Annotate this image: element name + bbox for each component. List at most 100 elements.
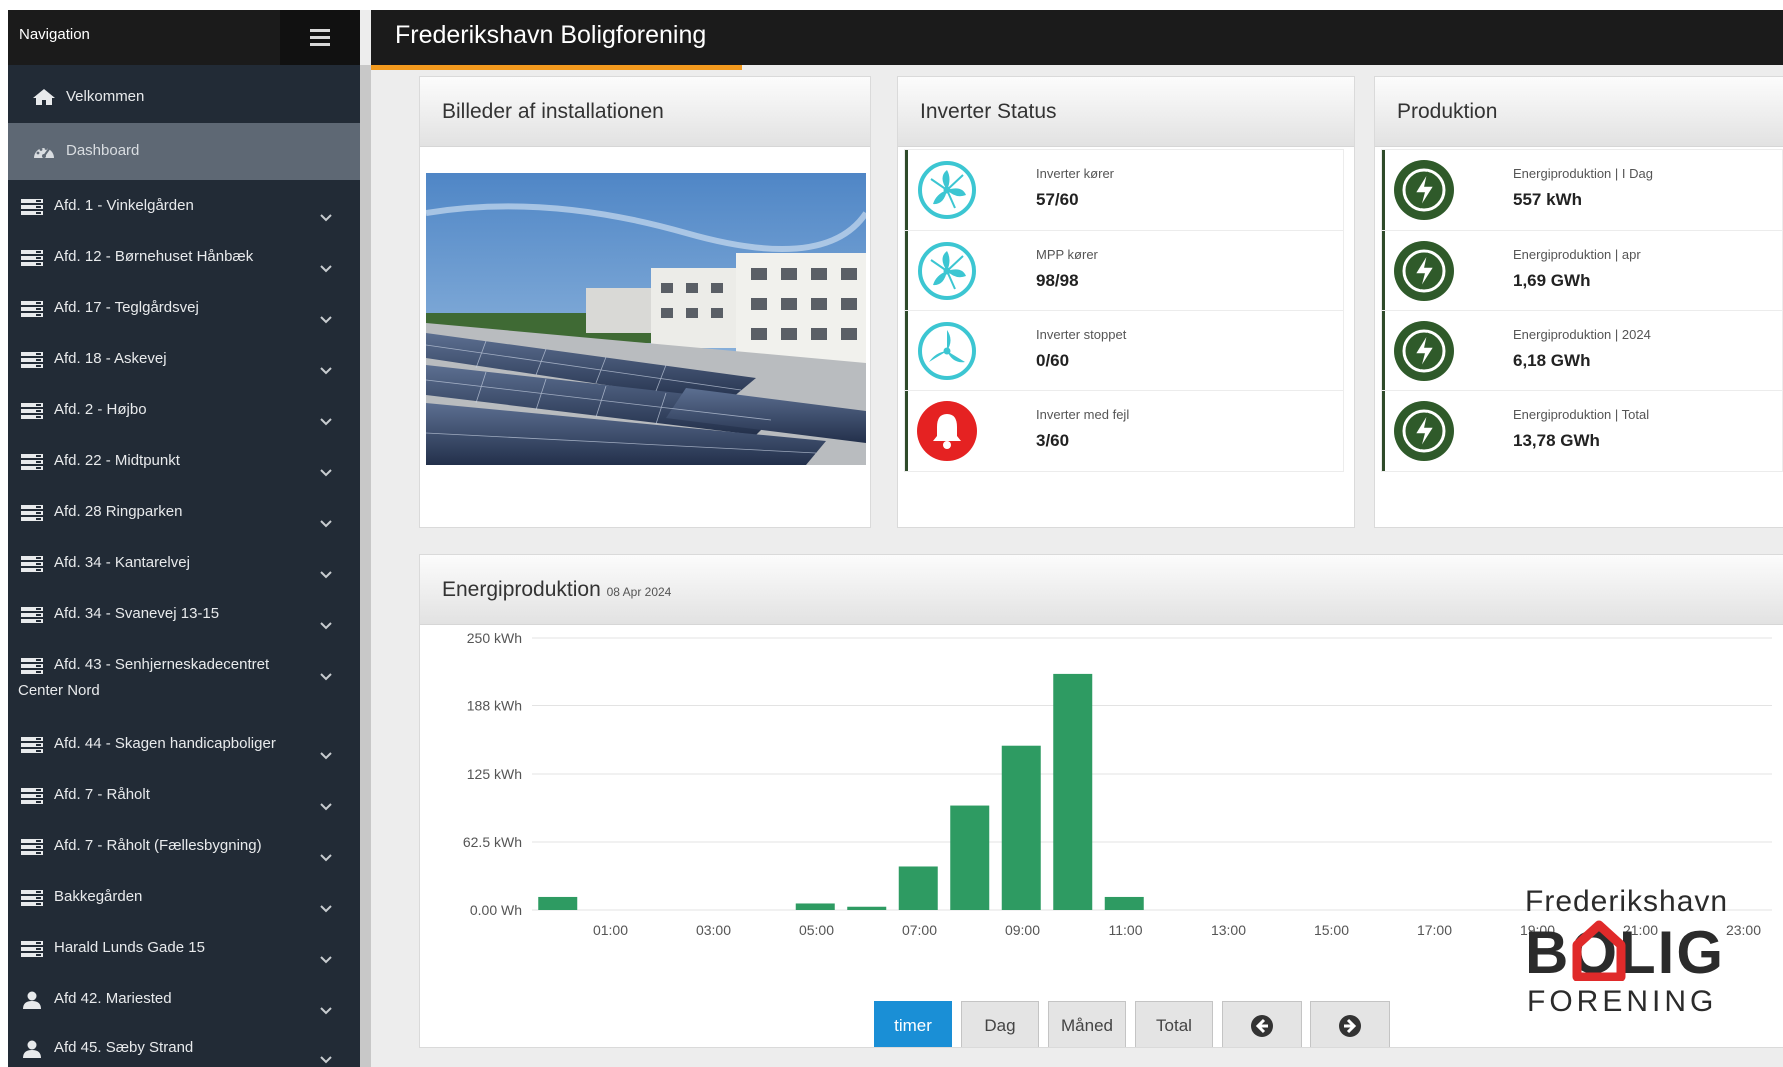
nav-title: Navigation (19, 26, 90, 43)
panel-title: Produktion (1397, 100, 1498, 123)
menu-toggle-button[interactable] (280, 10, 360, 65)
chart-bar[interactable] (847, 906, 887, 910)
sidebar-item[interactable]: Afd. 12 - Børnehuset Hånbæk (8, 244, 360, 292)
panel-header: Inverter Status (898, 77, 1354, 147)
server-icon (20, 402, 44, 420)
server-icon (20, 787, 44, 805)
sidebar-item[interactable]: Harald Lunds Gade 15 (8, 935, 360, 983)
day-button[interactable]: Dag (961, 1001, 1039, 1047)
server-icon (20, 198, 44, 216)
frederikshavn-logo: Frederikshavn BOLIG FORENING (1525, 885, 1765, 1025)
bolt-icon (1393, 240, 1455, 302)
bolt-icon (1393, 400, 1455, 462)
x-tick-label: 09:00 (1005, 922, 1040, 938)
y-tick-label: 188 kWh (467, 697, 522, 713)
app-window: Navigation Velkommen Dashboard Afd. 1 - … (8, 10, 1783, 1067)
chart-bar[interactable] (898, 866, 938, 910)
stat-label: Energiproduktion | apr (1513, 247, 1641, 262)
sidebar-item-label: Afd. 17 - Teglgårdsvej (54, 299, 199, 316)
installation-photo[interactable] (426, 173, 866, 465)
sidebar-item-label: Bakkegården (54, 888, 143, 905)
stat-row: Energiproduktion | Total 13,78 GWh (1382, 391, 1782, 471)
stat-value: 3/60 (1036, 431, 1070, 450)
x-tick-label: 07:00 (902, 922, 937, 938)
sidebar-item-label: Afd. 2 - Højbo (54, 401, 147, 418)
arrow-right-circle-icon (1339, 1015, 1361, 1037)
sidebar-item[interactable]: Afd 45. Sæby Strand (8, 1035, 360, 1067)
sidebar-item[interactable]: Afd. 7 - Råholt (8, 782, 360, 830)
hours-button[interactable]: timer (874, 1001, 952, 1047)
sidebar-item-label: Afd. 1 - Vinkelgården (54, 197, 194, 214)
sidebar-item[interactable]: Afd. 34 - Svanevej 13-15 (8, 601, 360, 649)
stat-value: 1,69 GWh (1513, 271, 1591, 290)
previous-button[interactable] (1222, 1001, 1302, 1047)
chevron-down-icon (320, 798, 332, 811)
chevron-down-icon (320, 209, 332, 222)
sidebar-item-label: Afd. 7 - Råholt (54, 786, 150, 803)
bolt-icon (1393, 159, 1455, 221)
next-button[interactable] (1310, 1001, 1390, 1047)
sidebar-item-welcome[interactable]: Velkommen (8, 72, 360, 122)
stat-value: 98/98 (1036, 271, 1079, 290)
chart-bar[interactable] (1104, 896, 1144, 910)
sidebar-item[interactable]: Afd. 43 - Senhjerneskadecentret Center N… (8, 652, 360, 726)
stat-label: Inverter kører (1036, 166, 1115, 181)
y-tick-label: 0.00 Wh (470, 902, 522, 918)
arrow-left-circle-icon (1251, 1015, 1273, 1037)
sidebar-item-label: Afd. 22 - Midtpunkt (54, 452, 180, 469)
sidebar-item[interactable]: Afd. 7 - Råholt (Fællesbygning) (8, 833, 360, 881)
server-icon (20, 555, 44, 573)
x-tick-label: 13:00 (1211, 922, 1246, 938)
sidebar-item[interactable]: Afd. 22 - Midtpunkt (8, 448, 360, 496)
sidebar-item-label: Afd. 34 - Kantarelvej (54, 554, 190, 571)
stat-value: 13,78 GWh (1513, 431, 1600, 450)
energy-date: 08 Apr 2024 (606, 585, 672, 599)
month-button[interactable]: Måned (1048, 1001, 1126, 1047)
sidebar-item-label: Afd. 12 - Børnehuset Hånbæk (54, 248, 254, 265)
sidebar-item[interactable]: Afd. 28 Ringparken (8, 499, 360, 547)
sidebar-item-dashboard[interactable]: Dashboard (8, 123, 360, 180)
chevron-down-icon (320, 1002, 332, 1015)
sidebar-item[interactable]: Afd. 44 - Skagen handicapboliger (8, 731, 360, 779)
chart-bar[interactable] (1053, 673, 1093, 910)
server-icon (20, 504, 44, 522)
logo-text-top: Frederikshavn (1525, 885, 1729, 918)
sidebar-item-label: Velkommen (66, 88, 145, 105)
logo-text-bottom: FORENING (1527, 985, 1718, 1018)
sidebar-item[interactable]: Afd. 2 - Højbo (8, 397, 360, 445)
chevron-down-icon (320, 362, 332, 375)
x-tick-label: 15:00 (1314, 922, 1349, 938)
sidebar-item[interactable]: Bakkegården (8, 884, 360, 932)
stat-value: 57/60 (1036, 190, 1079, 209)
sidebar-item[interactable]: Afd. 17 - Teglgårdsvej (8, 295, 360, 343)
chevron-down-icon (320, 566, 332, 579)
stat-row: Inverter stoppet 0/60 (905, 311, 1343, 391)
x-tick-label: 17:00 (1417, 922, 1452, 938)
sidebar-item[interactable]: Afd. 34 - Kantarelvej (8, 550, 360, 598)
chevron-down-icon (320, 747, 332, 760)
x-tick-label: 01:00 (593, 922, 628, 938)
chevron-down-icon (320, 849, 332, 862)
chart-bar[interactable] (538, 896, 578, 910)
chevron-down-icon (320, 1051, 332, 1064)
stat-label: Inverter stoppet (1036, 327, 1127, 342)
page-title: Frederikshavn Boligforening (395, 21, 707, 49)
logo-bolig: BOLIG (1525, 919, 1723, 981)
sidebar-item[interactable]: Afd 42. Mariested (8, 986, 360, 1034)
sidebar-header: Navigation (8, 10, 360, 65)
top-bar: Frederikshavn Boligforening (371, 10, 1783, 65)
stat-label: Energiproduktion | Total (1513, 407, 1650, 422)
installation-images-panel: Billeder af installationen (419, 76, 871, 528)
stat-row: MPP kører 98/98 (905, 231, 1343, 311)
sidebar-item-label: Afd 42. Mariested (54, 990, 172, 1007)
stat-row: Inverter med fejl 3/60 (905, 391, 1343, 471)
chevron-down-icon (320, 464, 332, 477)
chart-bar[interactable] (795, 903, 835, 910)
chart-bar[interactable] (950, 805, 990, 910)
server-icon (20, 736, 44, 754)
chart-bar[interactable] (1001, 745, 1041, 910)
sidebar-item[interactable]: Afd. 18 - Askevej (8, 346, 360, 394)
total-button[interactable]: Total (1135, 1001, 1213, 1047)
chevron-down-icon (320, 515, 332, 528)
sidebar-item[interactable]: Afd. 1 - Vinkelgården (8, 193, 360, 241)
